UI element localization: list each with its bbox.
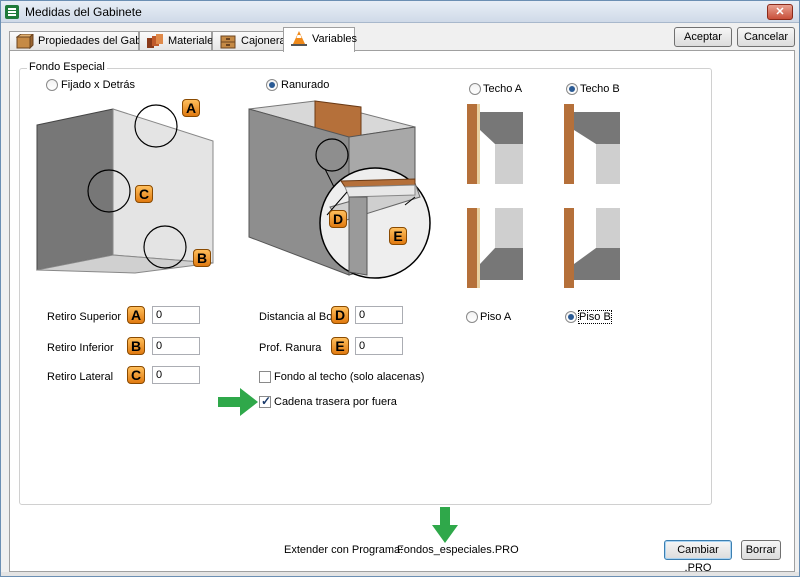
radio-fijado-label: Fijado x Detrás [61, 79, 135, 91]
retiro-inferior-input[interactable] [152, 337, 200, 355]
tab-variables-label: Variables [312, 33, 358, 45]
fondo-techo-label: Fondo al techo (solo alacenas) [274, 371, 425, 383]
radio-piso-b-label: Piso B [578, 310, 612, 324]
cadena-trasera-checkbox[interactable] [259, 394, 271, 408]
retiro-superior-badge: A [127, 306, 145, 324]
retiro-superior-input[interactable] [152, 306, 200, 324]
retiro-lateral-input[interactable] [152, 366, 200, 384]
radio-ranurado-label: Ranurado [281, 79, 330, 91]
fondo-techo-checkbox[interactable] [259, 371, 271, 383]
radio-techo-b-label: Techo B [580, 83, 620, 95]
change-pro-button[interactable]: Cambiar .PRO [664, 540, 732, 574]
diagram-badge-d: D [329, 210, 347, 228]
radio-piso-a-label: Piso A [480, 311, 512, 323]
program-file-name: Fondos_especiales.PRO [397, 544, 519, 556]
radio-techo-b[interactable] [566, 83, 578, 95]
radio-piso-b[interactable] [565, 311, 577, 323]
materials-icon [147, 34, 163, 48]
group-title: Fondo Especial [27, 61, 107, 73]
cancel-button[interactable]: Cancelar [737, 27, 795, 47]
title-bar: Medidas del Gabinete ✕ [1, 1, 799, 23]
drawer-icon [220, 35, 236, 49]
radio-techo-a[interactable] [469, 83, 481, 95]
fijado-diagram [36, 104, 214, 274]
diagram-badge-b: B [193, 249, 211, 267]
retiro-inferior-label: Retiro Inferior [47, 342, 114, 354]
tab-variables[interactable]: Variables [283, 27, 358, 52]
prof-ranura-label: Prof. Ranura [259, 342, 322, 354]
cabinet-icon [16, 34, 34, 49]
diagram-badge-e: E [389, 227, 407, 245]
radio-techo-a-label: Techo A [483, 83, 523, 95]
distancia-borde-input[interactable] [355, 306, 403, 324]
dialog-window: Medidas del Gabinete ✕ Propiedades del G… [0, 0, 800, 577]
app-icon [5, 5, 19, 19]
tab-cajoneras[interactable]: Cajoneras [212, 31, 291, 51]
hint-arrow-down-icon [432, 507, 458, 543]
extend-program-label: Extender con Programa: [284, 544, 404, 556]
radio-fijado[interactable] [46, 79, 58, 91]
diagram-badge-a: A [182, 99, 200, 117]
accept-button[interactable]: Aceptar [674, 27, 732, 47]
piso-b-diagram [564, 208, 620, 288]
techo-b-diagram [564, 104, 620, 184]
retiro-inferior-badge: B [127, 337, 145, 355]
tab-propiedades[interactable]: Propiedades del Gabinete [9, 31, 165, 51]
hint-arrow-right-icon [218, 388, 258, 416]
tab-materiales[interactable]: Materiales [139, 31, 219, 51]
cadena-trasera-label: Cadena trasera por fuera [274, 396, 397, 408]
diagram-badge-c: C [135, 185, 153, 203]
retiro-lateral-badge: C [127, 366, 145, 384]
prof-ranura-input[interactable] [355, 337, 403, 355]
radio-ranurado[interactable] [266, 79, 278, 91]
clear-button[interactable]: Borrar [741, 540, 781, 560]
ranurado-diagram [248, 100, 431, 279]
piso-a-diagram [467, 208, 523, 288]
radio-piso-a[interactable] [466, 311, 478, 323]
retiro-lateral-label: Retiro Lateral [47, 371, 114, 383]
prof-ranura-badge: E [331, 337, 349, 355]
techo-a-diagram [467, 104, 523, 184]
traffic-cone-icon [291, 31, 307, 46]
distancia-borde-badge: D [331, 306, 349, 324]
close-button[interactable]: ✕ [767, 4, 793, 20]
window-title: Medidas del Gabinete [25, 5, 142, 19]
retiro-superior-label: Retiro Superior [47, 311, 121, 323]
bottom-strip [1, 572, 799, 576]
